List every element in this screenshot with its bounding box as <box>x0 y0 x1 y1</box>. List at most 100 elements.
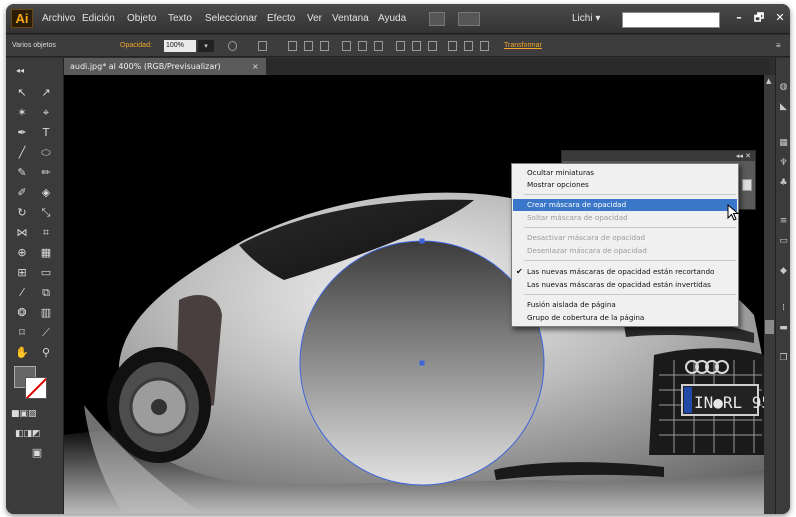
document-tab[interactable]: audi.jpg* al 400% (RGB/Previsualizar) × <box>64 58 266 75</box>
column-graph-tool-icon[interactable]: ▥ <box>35 304 57 321</box>
color-panel-icon[interactable]: ◣ <box>778 102 789 113</box>
gradient-panel-icon[interactable]: ▭ <box>778 236 789 247</box>
stroke-swatch[interactable] <box>25 377 47 399</box>
bridge-icon[interactable] <box>429 12 445 26</box>
fill-stroke-box[interactable] <box>14 366 48 400</box>
pencil-tool-icon[interactable]: ✏ <box>35 164 57 181</box>
screen-mode-icon[interactable]: ▣ <box>26 444 48 461</box>
zoom-tool-icon[interactable]: ⚲ <box>35 344 57 361</box>
maximize-button[interactable]: 🗗 <box>748 10 770 26</box>
perspective-grid-tool-icon[interactable]: ▦ <box>35 244 57 261</box>
menu-edicion[interactable]: Edición <box>82 4 115 34</box>
hand-tool-icon[interactable]: ✋ <box>11 344 33 361</box>
mesh-tool-icon[interactable]: ⊞ <box>11 264 33 281</box>
appearance-panel-icon[interactable]: ⁞ <box>778 303 789 314</box>
align-middle-icon[interactable] <box>358 41 367 51</box>
menu-archivo[interactable]: Archivo <box>42 4 75 34</box>
opacity-input[interactable]: 100% <box>164 40 196 52</box>
distribute-top-icon[interactable] <box>396 41 405 51</box>
menu-item-hide-thumbnails[interactable]: Ocultar miniaturas <box>513 167 737 179</box>
menu-item-disable-opacity-mask[interactable]: Desactivar máscara de opacidad <box>513 232 737 244</box>
blend-tool-icon[interactable]: ⧉ <box>35 284 57 301</box>
selection-tool-icon[interactable]: ↖ <box>11 84 33 101</box>
type-tool-icon[interactable]: T <box>35 124 57 141</box>
control-bar-menu-icon[interactable]: ≡ <box>776 35 781 57</box>
close-tab-icon[interactable]: × <box>252 58 259 75</box>
panel-header-controls[interactable]: ◂◂ ✕ <box>736 151 751 161</box>
transparency-panel-header[interactable]: ◂◂ ✕ <box>562 151 755 161</box>
close-button[interactable]: ✕ <box>769 10 790 26</box>
menu-item-page-isolated-blending[interactable]: Fusión aislada de página <box>513 299 737 311</box>
magic-wand-tool-icon[interactable]: ✶ <box>11 104 33 121</box>
align-left-icon[interactable] <box>288 41 297 51</box>
eyedropper-tool-icon[interactable]: ⁄ <box>11 284 33 301</box>
align-right-icon[interactable] <box>320 41 329 51</box>
align-top-icon[interactable] <box>342 41 351 51</box>
width-tool-icon[interactable]: ⋈ <box>11 224 33 241</box>
shape-builder-tool-icon[interactable]: ⊕ <box>11 244 33 261</box>
stroke-panel-icon[interactable]: ≡ <box>778 216 789 227</box>
distribute-bottom-icon[interactable] <box>428 41 437 51</box>
search-input[interactable] <box>622 12 720 28</box>
transparency-mask-thumbnail[interactable] <box>742 179 752 191</box>
lasso-tool-icon[interactable]: ⌖ <box>35 104 57 121</box>
gradient-tool-icon[interactable]: ▭ <box>35 264 57 281</box>
transparency-panel-icon[interactable]: ◆ <box>778 266 789 277</box>
paintbrush-tool-icon[interactable]: ✎ <box>11 164 33 181</box>
line-tool-icon[interactable]: ╱ <box>11 144 33 161</box>
scale-tool-icon[interactable]: ⤡ <box>35 204 57 221</box>
document-setup-icon[interactable] <box>258 41 267 51</box>
minimize-button[interactable]: – <box>728 10 750 26</box>
circle-anchor-top[interactable] <box>419 238 425 244</box>
align-bottom-icon[interactable] <box>374 41 383 51</box>
menu-ayuda[interactable]: Ayuda <box>378 4 406 34</box>
menu-ver[interactable]: Ver <box>307 4 322 34</box>
menu-seleccionar[interactable]: Seleccionar <box>205 4 257 34</box>
symbol-sprayer-tool-icon[interactable]: ❂ <box>11 304 33 321</box>
slice-tool-icon[interactable]: ⟋ <box>35 324 57 341</box>
menu-item-show-options[interactable]: Mostrar opciones <box>513 179 737 191</box>
scroll-up-icon[interactable]: ▲ <box>766 77 771 85</box>
graphic-styles-icon[interactable]: ▬ <box>778 323 789 334</box>
arrange-documents-icon[interactable] <box>458 12 480 26</box>
menu-item-make-opacity-mask[interactable]: Crear máscara de opacidad <box>513 199 737 211</box>
menu-item-new-masks-inverted[interactable]: Las nuevas máscaras de opacidad están in… <box>513 279 737 291</box>
menu-efecto[interactable]: Efecto <box>267 4 295 34</box>
menu-item-new-masks-clipping[interactable]: Las nuevas máscaras de opacidad están re… <box>513 266 737 278</box>
opacity-label[interactable]: Opacidad: <box>120 35 152 57</box>
align-center-icon[interactable] <box>304 41 313 51</box>
blob-brush-tool-icon[interactable]: ✐ <box>11 184 33 201</box>
menu-objeto[interactable]: Objeto <box>127 4 156 34</box>
ellipse-tool-icon[interactable]: ⬭ <box>35 144 57 161</box>
distribute-right-icon[interactable] <box>480 41 489 51</box>
distribute-middle-icon[interactable] <box>412 41 421 51</box>
rotate-tool-icon[interactable]: ↻ <box>11 204 33 221</box>
color-mode-icon[interactable]: ■▣▨ <box>11 406 37 423</box>
menu-ventana[interactable]: Ventana <box>332 4 369 34</box>
circle-center-point[interactable] <box>419 360 425 366</box>
distribute-center-icon[interactable] <box>464 41 473 51</box>
layers-panel-icon[interactable]: ❐ <box>778 353 789 364</box>
brushes-icon[interactable]: ♆ <box>778 158 789 169</box>
pen-tool-icon[interactable]: ✒ <box>11 124 33 141</box>
recolor-icon[interactable] <box>228 41 237 51</box>
eraser-tool-icon[interactable]: ◈ <box>35 184 57 201</box>
distribute-left-icon[interactable] <box>448 41 457 51</box>
swatches-icon[interactable]: ▦ <box>778 138 789 149</box>
scrollbar-thumb[interactable] <box>765 320 774 334</box>
menu-item-unlink-opacity-mask[interactable]: Desenlazar máscara de opacidad <box>513 245 737 257</box>
artboard-tool-icon[interactable]: ⌑ <box>11 324 33 341</box>
menu-texto[interactable]: Texto <box>168 4 192 34</box>
opacity-dropdown-icon[interactable]: ▾ <box>198 40 214 52</box>
symbols-icon[interactable]: ♣ <box>778 178 789 189</box>
menu-item-release-opacity-mask[interactable]: Soltar máscara de opacidad <box>513 212 737 224</box>
color-guide-icon[interactable]: ◍ <box>778 82 789 93</box>
workspace-switcher[interactable]: Lichi ▾ <box>572 4 600 34</box>
free-transform-tool-icon[interactable]: ⌗ <box>35 224 57 241</box>
drawing-modes-icon[interactable]: ◧◨◩ <box>15 426 41 443</box>
vertical-scrollbar[interactable]: ▲ <box>764 75 775 514</box>
direct-selection-tool-icon[interactable]: ↗ <box>35 84 57 101</box>
menu-item-page-knockout-group[interactable]: Grupo de cobertura de la página <box>513 312 737 324</box>
panel-collapse-icon[interactable]: ◂◂ <box>9 62 31 79</box>
transform-link[interactable]: Transformar <box>504 35 542 57</box>
